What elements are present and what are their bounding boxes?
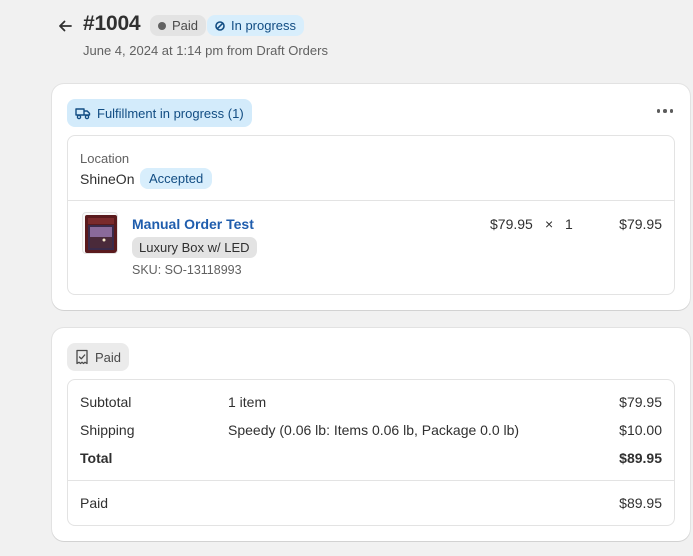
subtotal-row: Subtotal 1 item $79.95	[80, 394, 662, 414]
paid-amount: $89.95	[619, 495, 662, 511]
subtotal-label: Subtotal	[80, 394, 132, 410]
back-button[interactable]	[55, 16, 75, 36]
fulfillment-status-label: In progress	[231, 18, 297, 33]
more-horizontal-icon	[656, 109, 661, 113]
fulfillment-status-badge: In progress	[207, 15, 305, 36]
paid-row: Paid $89.95	[80, 495, 662, 515]
order-subtitle: June 4, 2024 at 1:14 pm from Draft Order…	[83, 43, 328, 58]
variant-badge: Luxury Box w/ LED	[132, 237, 257, 258]
divider	[68, 480, 674, 481]
shipping-amount: $10.00	[619, 422, 662, 438]
in-progress-icon	[215, 20, 225, 31]
location-status-badge: Accepted	[140, 168, 213, 189]
line-total: $79.95	[619, 216, 662, 232]
fulfillment-details: Location ShineOn Accepted Manual Order T…	[67, 135, 675, 295]
order-title: #1004	[83, 12, 141, 35]
fulfillment-status-text: Fulfillment in progress (1)	[97, 105, 244, 121]
product-title-link[interactable]: Manual Order Test	[132, 216, 254, 232]
location-name: ShineOn	[80, 171, 135, 187]
payment-status-label: Paid	[172, 18, 199, 33]
item-quantity: 1	[565, 216, 573, 232]
payment-status-text: Paid	[95, 349, 122, 365]
payment-status-pill: Paid	[67, 343, 130, 371]
product-thumbnail[interactable]	[82, 212, 118, 254]
total-row: Total $89.95	[80, 450, 662, 470]
payment-summary: Subtotal 1 item $79.95 Shipping Speedy (…	[67, 379, 675, 526]
fulfillment-status-pill: Fulfillment in progress (1)	[67, 99, 252, 127]
fulfillment-card: Fulfillment in progress (1) Location Shi…	[52, 84, 690, 310]
location-label: Location	[80, 151, 130, 166]
truck-icon	[75, 108, 91, 120]
product-sku: SKU: SO-13118993	[132, 263, 242, 277]
paid-label: Paid	[80, 495, 109, 511]
shipping-detail: Speedy (0.06 lb: Items 0.06 lb, Package …	[228, 422, 520, 438]
unit-price: $79.95	[490, 216, 533, 232]
multiply-sign: ×	[545, 216, 554, 232]
shipping-label: Shipping	[80, 422, 135, 438]
status-dot-icon	[158, 21, 166, 30]
total-amount: $89.95	[619, 450, 662, 466]
payment-status-badge: Paid	[150, 15, 207, 36]
total-label: Total	[80, 450, 113, 466]
receipt-icon	[76, 349, 88, 365]
shipping-row: Shipping Speedy (0.06 lb: Items 0.06 lb,…	[80, 422, 662, 442]
subtotal-amount: $79.95	[619, 394, 662, 410]
subtotal-detail: 1 item	[228, 394, 267, 410]
payment-card: Paid Subtotal 1 item $79.95 Shipping Spe…	[52, 328, 690, 541]
more-actions-button[interactable]	[655, 103, 675, 119]
arrow-left-icon	[59, 20, 72, 32]
divider	[68, 200, 674, 201]
